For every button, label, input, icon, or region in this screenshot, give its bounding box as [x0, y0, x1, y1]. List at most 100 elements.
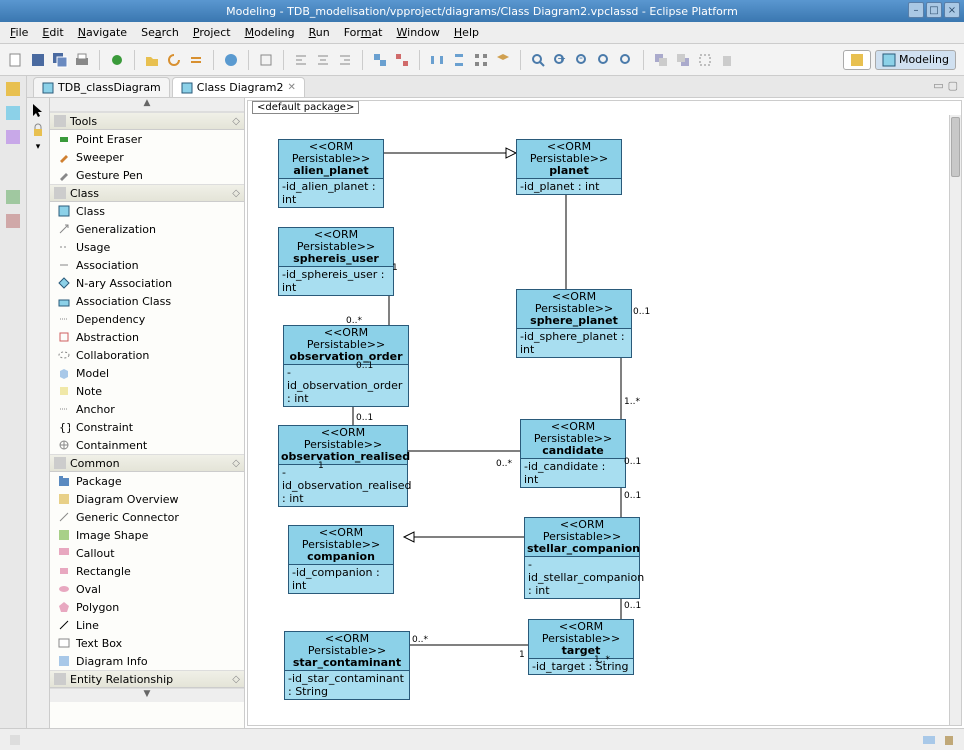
palette-rectangle[interactable]: Rectangle: [50, 562, 244, 580]
menu-project[interactable]: Project: [187, 24, 237, 41]
diagram-canvas[interactable]: <default package>: [247, 100, 962, 726]
layer-back-icon[interactable]: [675, 52, 691, 68]
model-explorer-icon[interactable]: [4, 128, 22, 146]
status-monitor-icon[interactable]: [922, 733, 936, 747]
perspective-modeling-button[interactable]: Modeling: [875, 50, 956, 70]
palette-oval[interactable]: Oval: [50, 580, 244, 598]
menu-search[interactable]: Search: [135, 24, 185, 41]
close-button[interactable]: ×: [944, 2, 960, 18]
save-icon[interactable]: [30, 52, 46, 68]
palette-textbox[interactable]: Text Box: [50, 634, 244, 652]
palette-model[interactable]: Model: [50, 364, 244, 382]
palette-gesture-pen[interactable]: Gesture Pen: [50, 166, 244, 184]
delete-icon[interactable]: [719, 52, 735, 68]
maximize-button[interactable]: □: [926, 2, 942, 18]
refresh-icon[interactable]: [166, 52, 182, 68]
pin-icon[interactable]: ◇: [232, 116, 240, 127]
palette-association[interactable]: Association: [50, 256, 244, 274]
palette-overview[interactable]: Diagram Overview: [50, 490, 244, 508]
close-icon[interactable]: ✕: [287, 82, 295, 93]
maximize-view-icon[interactable]: ▢: [948, 79, 958, 92]
tab-tdb-classdiagram[interactable]: TDB_classDiagram: [33, 77, 170, 97]
zoom-out-icon[interactable]: -: [574, 52, 590, 68]
cursor-icon[interactable]: [30, 102, 46, 118]
palette-package[interactable]: Package: [50, 472, 244, 490]
project-explorer-icon[interactable]: [4, 80, 22, 98]
palette-nary[interactable]: N-ary Association: [50, 274, 244, 292]
outline-icon[interactable]: [4, 212, 22, 230]
palette-class[interactable]: Class: [50, 202, 244, 220]
status-trash-icon[interactable]: [942, 733, 956, 747]
palette-line[interactable]: Line: [50, 616, 244, 634]
palette-dependency[interactable]: Dependency: [50, 310, 244, 328]
switch-icon[interactable]: [188, 52, 204, 68]
text-icon[interactable]: [258, 52, 274, 68]
menu-edit[interactable]: Edit: [36, 24, 69, 41]
properties-icon[interactable]: [4, 188, 22, 206]
palette-header-er[interactable]: Entity Relationship ◇: [50, 670, 244, 688]
menu-navigate[interactable]: Navigate: [72, 24, 133, 41]
palette-callout[interactable]: Callout: [50, 544, 244, 562]
layers-icon[interactable]: [495, 52, 511, 68]
palette-header-common[interactable]: Common ◇: [50, 454, 244, 472]
palette-collaboration[interactable]: Collaboration: [50, 346, 244, 364]
class-candidate[interactable]: <<ORM Persistable>>candidate -id_candida…: [520, 419, 626, 488]
perspective-open-button[interactable]: [843, 50, 871, 70]
snap-icon[interactable]: [697, 52, 713, 68]
palette-scroll-up[interactable]: ▲: [50, 98, 244, 112]
palette-anchor[interactable]: Anchor: [50, 400, 244, 418]
palette-scroll-down[interactable]: ▼: [50, 688, 244, 702]
new-icon[interactable]: [8, 52, 24, 68]
dropdown-icon[interactable]: ▾: [36, 142, 41, 152]
class-alien-planet[interactable]: <<ORM Persistable>>alien_planet -id_alie…: [278, 139, 384, 208]
palette-header-class[interactable]: Class ◇: [50, 184, 244, 202]
palette-generalization[interactable]: Generalization: [50, 220, 244, 238]
palette-sweeper[interactable]: Sweeper: [50, 148, 244, 166]
vertical-scrollbar[interactable]: [949, 115, 961, 725]
palette-usage[interactable]: Usage: [50, 238, 244, 256]
align-right-icon[interactable]: [337, 52, 353, 68]
zoom-sel-icon[interactable]: [618, 52, 634, 68]
print-icon[interactable]: [74, 52, 90, 68]
align-center-icon[interactable]: [315, 52, 331, 68]
palette-constraint[interactable]: {}Constraint: [50, 418, 244, 436]
palette-diagram-info[interactable]: Diagram Info: [50, 652, 244, 670]
scrollbar-thumb[interactable]: [951, 117, 960, 177]
align-left-icon[interactable]: [293, 52, 309, 68]
palette-header-tools[interactable]: Tools ◇: [50, 112, 244, 130]
pin-icon[interactable]: ◇: [232, 458, 240, 469]
palette-note[interactable]: Note: [50, 382, 244, 400]
minimize-button[interactable]: –: [908, 2, 924, 18]
menu-run[interactable]: Run: [303, 24, 336, 41]
palette-image-shape[interactable]: Image Shape: [50, 526, 244, 544]
class-target[interactable]: <<ORM Persistable>>target -id_target : S…: [528, 619, 634, 675]
menu-format[interactable]: Format: [338, 24, 389, 41]
palette-abstraction[interactable]: Abstraction: [50, 328, 244, 346]
diagram-navigator-icon[interactable]: [4, 104, 22, 122]
build-icon[interactable]: [109, 52, 125, 68]
class-sphere-planet[interactable]: <<ORM Persistable>>sphere_planet -id_sph…: [516, 289, 632, 358]
minimize-view-icon[interactable]: ▭: [933, 79, 943, 92]
class-star-contaminant[interactable]: <<ORM Persistable>>star_contaminant -id_…: [284, 631, 410, 700]
group-icon[interactable]: [372, 52, 388, 68]
class-planet[interactable]: <<ORM Persistable>>planet -id_planet : i…: [516, 139, 622, 195]
menu-help[interactable]: Help: [448, 24, 485, 41]
class-observation-realised[interactable]: <<ORM Persistable>>observation_realised …: [278, 425, 408, 507]
palette-generic-connector[interactable]: Generic Connector: [50, 508, 244, 526]
open-icon[interactable]: [144, 52, 160, 68]
grid-icon[interactable]: [473, 52, 489, 68]
menu-window[interactable]: Window: [391, 24, 446, 41]
lock-icon[interactable]: [30, 122, 46, 138]
pin-icon[interactable]: ◇: [232, 188, 240, 199]
class-observation-order[interactable]: <<ORM Persistable>>observation_order -id…: [283, 325, 409, 407]
package-label[interactable]: <default package>: [252, 101, 359, 114]
ungroup-icon[interactable]: [394, 52, 410, 68]
palette-polygon[interactable]: Polygon: [50, 598, 244, 616]
zoom-100-icon[interactable]: [596, 52, 612, 68]
save-all-icon[interactable]: [52, 52, 68, 68]
pin-icon[interactable]: ◇: [232, 674, 240, 685]
palette-assoc-class[interactable]: Association Class: [50, 292, 244, 310]
class-sphereis-user[interactable]: <<ORM Persistable>>sphereis_user -id_sph…: [278, 227, 394, 296]
menu-modeling[interactable]: Modeling: [239, 24, 301, 41]
menu-file[interactable]: FFileile: [4, 24, 34, 41]
